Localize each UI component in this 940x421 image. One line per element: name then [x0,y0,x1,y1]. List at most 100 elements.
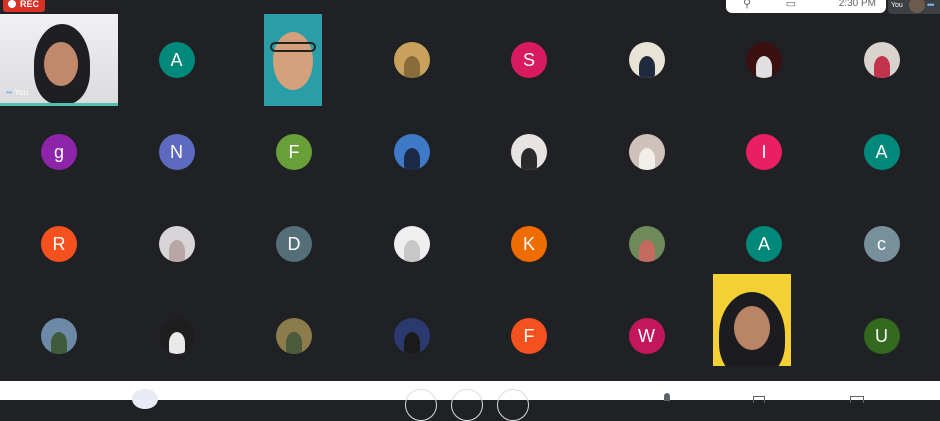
participant-initial-avatar: N [159,134,195,170]
avatar-figure [404,332,420,354]
participant-tile[interactable]: D [235,198,353,290]
participant-initial-avatar: F [276,134,312,170]
participant-tile[interactable] [353,290,471,382]
camera-button[interactable] [451,389,483,421]
participant-tile[interactable] [588,106,706,198]
participant-initial-avatar: S [511,42,547,78]
participant-initial-avatar: F [511,318,547,354]
participant-tile[interactable] [118,198,236,290]
participant-tile[interactable]: I [705,106,823,198]
participant-tile[interactable]: F [235,106,353,198]
glasses-shape [270,42,316,52]
participant-tile[interactable] [353,106,471,198]
self-name: You [14,88,28,97]
chat-icon[interactable]: ▭ [784,0,798,10]
participant-photo-avatar [394,226,430,262]
participant-initial-avatar: D [276,226,312,262]
more-options-icon[interactable]: ••• [927,0,933,10]
participant-tile[interactable]: F [470,290,588,382]
more-options-icon[interactable]: ••• [6,88,11,97]
participant-photo-avatar [276,318,312,354]
face-shape [273,32,313,90]
participant-photo-avatar [629,42,665,78]
avatar-figure [286,332,302,354]
meeting-details-icon[interactable] [132,389,158,409]
self-preview-label: You [891,2,903,9]
avatar-figure [169,332,185,354]
participant-tile[interactable]: A [823,106,940,198]
participant-photo-avatar [394,134,430,170]
participant-tile[interactable] [588,198,706,290]
participant-initial-avatar: W [629,318,665,354]
microphone-button[interactable] [405,389,437,421]
participant-initial-avatar: g [41,134,77,170]
participant-photo-avatar [746,42,782,78]
participant-photo-avatar [629,226,665,262]
self-tile-label: •••You [6,88,28,97]
avatar-figure [874,56,890,78]
face-shape [44,42,78,86]
participant-tile[interactable] [823,14,940,106]
participant-tile[interactable] [235,290,353,382]
participant-video-feed [264,14,322,106]
participant-tile[interactable]: N [118,106,236,198]
face-shape [734,306,770,350]
participant-initial-avatar: U [864,318,900,354]
participant-tile[interactable]: •••You [0,14,118,106]
participant-tile[interactable] [353,198,471,290]
participant-tile[interactable] [705,14,823,106]
participant-photo-avatar [629,134,665,170]
avatar-figure [639,56,655,78]
meeting-info-panel: ⚲ ▭ 2:30 PM [726,0,886,13]
self-preview[interactable]: You ••• [888,0,940,14]
avatar-figure [756,56,772,78]
participant-initial-avatar: R [41,226,77,262]
participant-tile[interactable]: U [823,290,940,382]
avatar-figure [51,332,67,354]
participant-tile[interactable]: W [588,290,706,382]
avatar-figure [521,148,537,170]
participant-tile[interactable] [353,14,471,106]
participant-tile[interactable]: A [118,14,236,106]
participant-tile[interactable] [235,14,353,106]
participant-initial-avatar: A [159,42,195,78]
participant-initial-avatar: A [864,134,900,170]
participant-tile[interactable]: K [470,198,588,290]
self-video-feed: •••You [0,14,118,103]
participant-tile[interactable] [0,290,118,382]
participant-video-feed [713,274,791,366]
top-bar: REC ⚲ ▭ 2:30 PM You ••• [0,0,940,14]
participant-photo-avatar [41,318,77,354]
people-icon[interactable]: ⚲ [740,0,754,10]
recording-label: REC [20,0,39,9]
avatar-figure [639,148,655,170]
participant-tile[interactable] [588,14,706,106]
participant-initial-avatar: I [746,134,782,170]
participant-tile[interactable] [118,290,236,382]
participant-tile[interactable]: R [0,198,118,290]
participant-initial-avatar: K [511,226,547,262]
recording-indicator: REC [3,0,45,12]
avatar-figure [404,240,420,262]
bottom-toolbar [0,381,940,400]
participant-tile[interactable] [470,106,588,198]
participant-photo-avatar [159,318,195,354]
avatar-figure [404,148,420,170]
clock-time: 2:30 PM [839,0,876,9]
participant-photo-avatar [511,134,547,170]
avatar-figure [169,240,185,262]
participant-initial-avatar: c [864,226,900,262]
participant-tile[interactable]: g [0,106,118,198]
participant-photo-avatar [394,318,430,354]
participant-photo-avatar [159,226,195,262]
participant-tile[interactable] [705,290,823,382]
avatar-figure [639,240,655,262]
record-dot-icon [8,0,16,8]
participant-tile[interactable]: S [470,14,588,106]
self-preview-avatar [909,0,925,13]
avatar-figure [404,56,420,78]
participant-initial-avatar: A [746,226,782,262]
participant-photo-avatar [394,42,430,78]
participant-tile[interactable]: c [823,198,940,290]
hand-raise-button[interactable] [497,389,529,421]
